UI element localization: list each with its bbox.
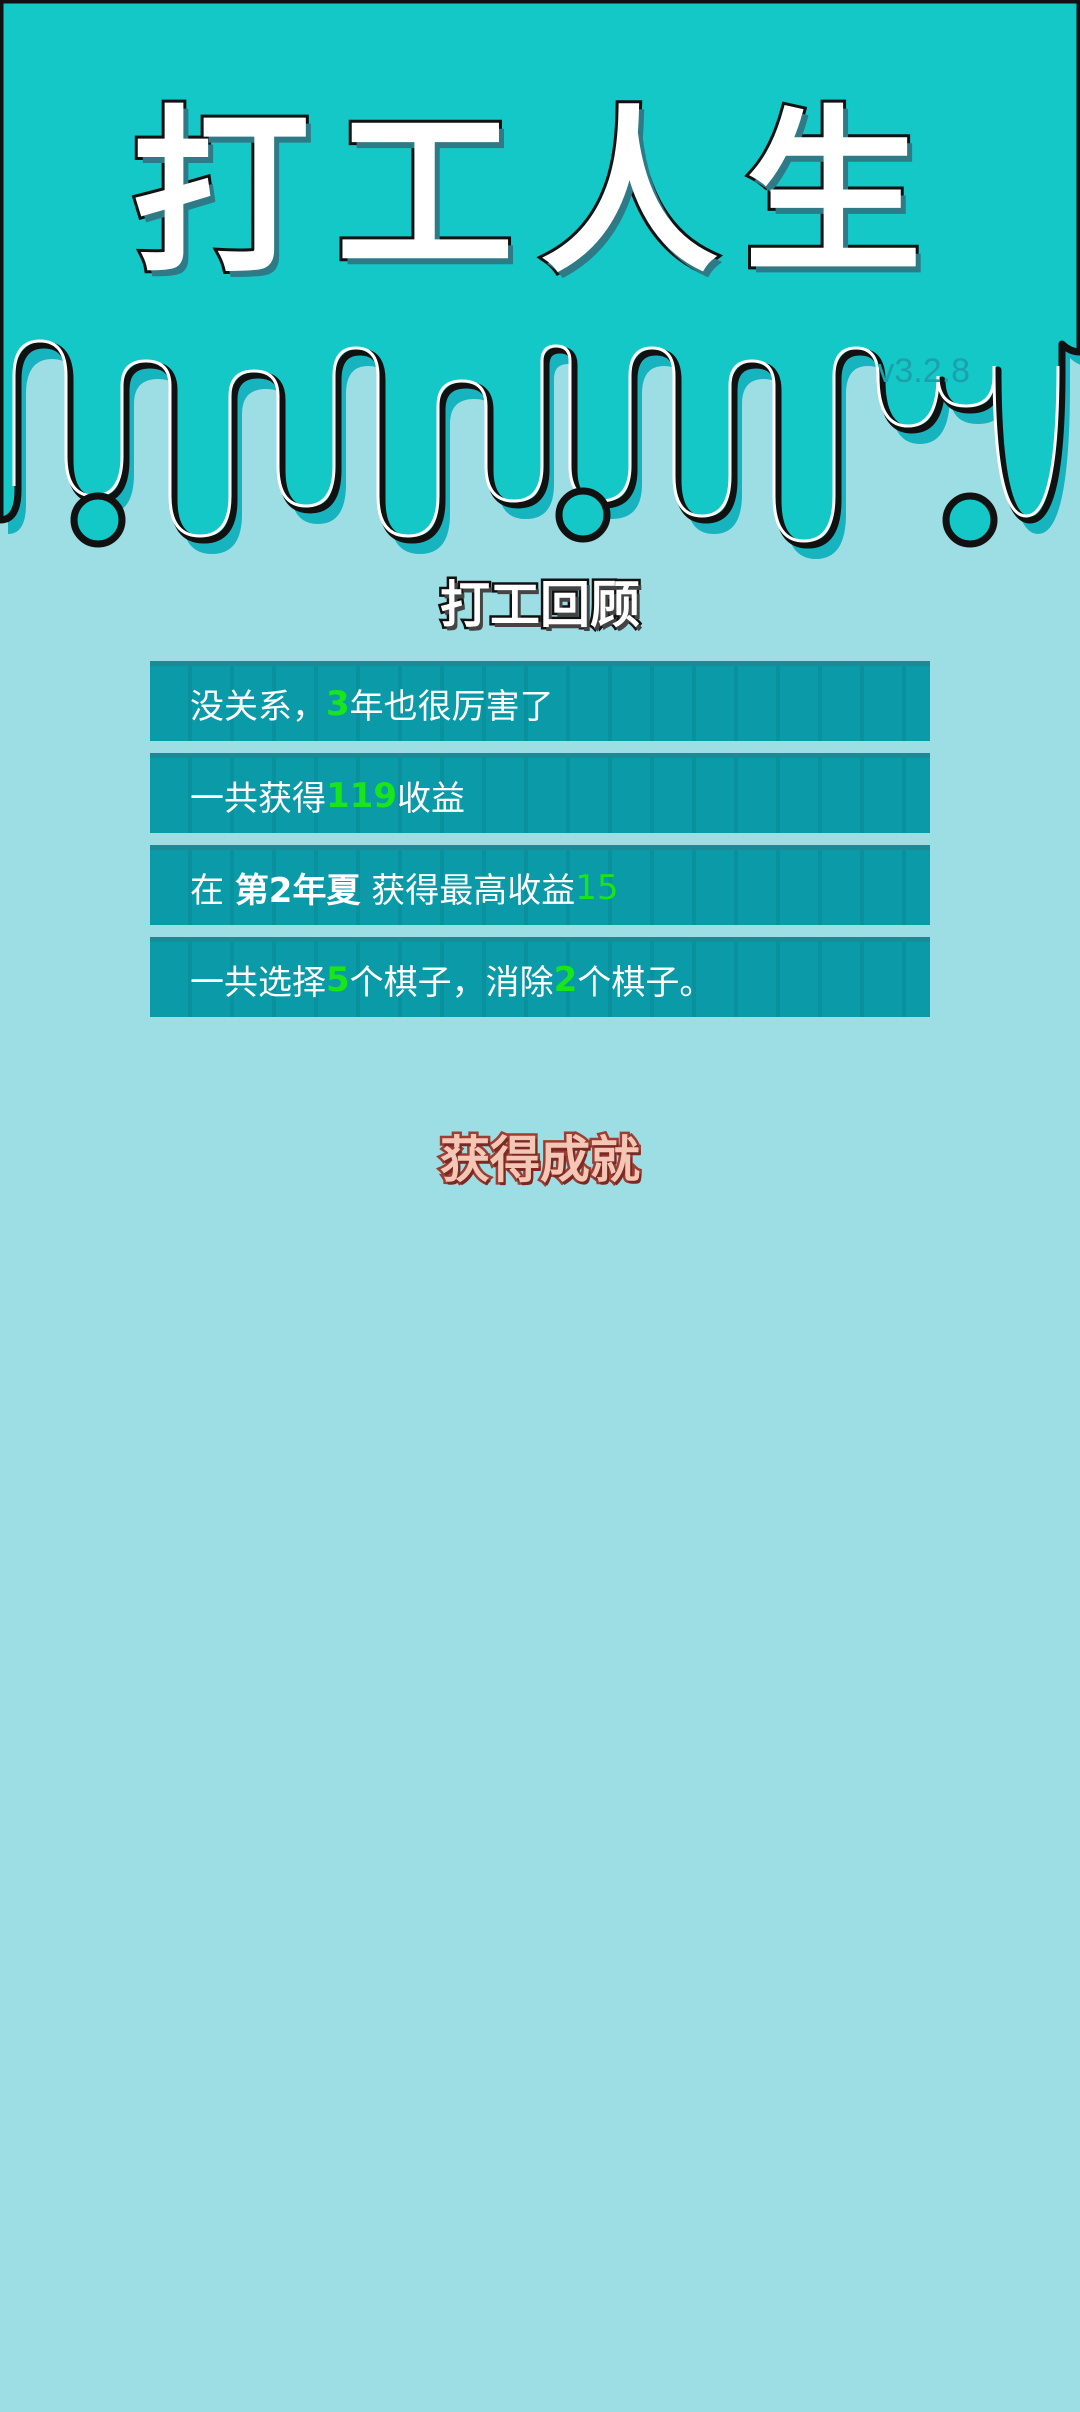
review-heading: 打工回顾: [438, 576, 643, 634]
game-title: 打工人生: [129, 90, 948, 297]
row-text: 没关系，: [190, 687, 326, 727]
game-over-screen: 打工人生 v3.2.8 打工回顾 没关系， 3 年也很厉害了 一共获得 119 收益 在…: [0, 0, 1080, 2412]
removed-pieces-value: 2: [553, 959, 578, 1000]
best-season-value: 第2年夏: [234, 871, 361, 911]
row-text: 在: [190, 871, 235, 911]
review-row-pieces: 一共选择 5 个棋子，消除 2 个棋子。: [150, 937, 930, 1017]
review-row-earnings: 一共获得 119 收益: [150, 753, 930, 833]
selected-pieces-value: 5: [326, 959, 350, 1000]
review-row-years: 没关系， 3 年也很厉害了: [150, 661, 930, 741]
review-row-best-season: 在 第2年夏 获得最高收益 15: [150, 845, 930, 925]
row-text: 收益: [396, 779, 465, 819]
earnings-value: 119: [326, 775, 397, 816]
best-earnings-value: 15: [575, 867, 619, 908]
row-text: 一共获得: [190, 779, 326, 819]
row-text: 获得最高收益: [360, 871, 576, 911]
achievements-heading: 获得成就: [438, 1131, 643, 1189]
row-text: 年也很厉害了: [349, 687, 554, 727]
review-list: 没关系， 3 年也很厉害了 一共获得 119 收益 在 第2年夏 获得最高收益 15 一共…: [150, 661, 930, 1029]
version-label: v3.2.8: [877, 352, 970, 390]
row-text: 个棋子，消除: [349, 963, 554, 1003]
years-value: 3: [326, 683, 350, 724]
row-text: 一共选择: [190, 963, 326, 1003]
row-text: 个棋子。: [577, 963, 714, 1003]
